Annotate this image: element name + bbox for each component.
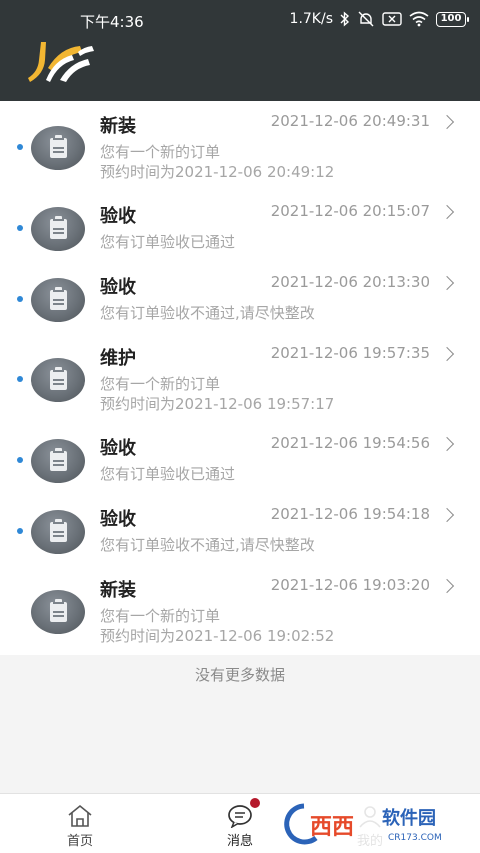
message-title: 新装 — [100, 580, 136, 601]
wifi-icon — [409, 11, 429, 27]
mute-icon — [358, 11, 374, 27]
unread-dot — [17, 528, 23, 534]
message-body-line: 您有订单验收不通过,请尽快整改 — [100, 536, 315, 554]
message-time: 2021-12-06 19:54:18 — [270, 505, 430, 523]
chevron-right-icon — [439, 507, 455, 523]
app-header: 下午4:36 1.7K/s 100 — [0, 0, 480, 101]
unread-dot — [17, 225, 23, 231]
message-avatar — [31, 510, 85, 554]
message-body-line: 预约时间为2021-12-06 19:57:17 — [100, 395, 335, 413]
tab-home[interactable]: 首页 — [40, 794, 120, 853]
message-time: 2021-12-06 20:15:07 — [270, 202, 430, 220]
unread-dot — [17, 376, 23, 382]
message-title: 验收 — [100, 438, 136, 459]
message-time: 2021-12-06 19:54:56 — [270, 434, 430, 452]
message-body-line: 您有一个新的订单 — [100, 375, 221, 393]
message-title: 验收 — [100, 277, 136, 298]
chevron-right-icon — [439, 275, 455, 291]
message-body-line: 您有一个新的订单 — [100, 607, 221, 625]
document-icon — [50, 519, 67, 542]
message-avatar — [31, 590, 85, 634]
unread-dot — [17, 144, 23, 150]
message-item[interactable]: 验收 2021-12-06 19:54:18 您有订单验收不通过,请尽快整改 — [0, 494, 480, 565]
tab-home-label: 首页 — [66, 834, 93, 849]
message-body-line: 您有一个新的订单 — [100, 143, 221, 161]
chevron-right-icon — [439, 114, 455, 130]
document-icon — [50, 287, 67, 310]
document-icon — [50, 367, 67, 390]
message-item[interactable]: 新装 2021-12-06 19:03:20 您有一个新的订单预约时间为2021… — [0, 565, 480, 655]
chevron-right-icon — [439, 204, 455, 220]
watermark-logo: 西西 软件园 CR173.COM — [280, 802, 480, 846]
document-icon — [50, 599, 67, 622]
message-time: 2021-12-06 20:49:31 — [270, 112, 430, 130]
message-item[interactable]: 新装 2021-12-06 20:49:31 您有一个新的订单预约时间为2021… — [0, 101, 480, 191]
message-icon — [228, 805, 252, 828]
status-time: 下午4:36 — [80, 13, 144, 31]
message-item[interactable]: 验收 2021-12-06 19:54:56 您有订单验收已通过 — [0, 423, 480, 494]
tab-messages[interactable]: 消息 — [200, 794, 280, 853]
message-title: 验收 — [100, 206, 136, 227]
message-item[interactable]: 验收 2021-12-06 20:15:07 您有订单验收已通过 — [0, 191, 480, 262]
message-avatar — [31, 358, 85, 402]
message-time: 2021-12-06 19:03:20 — [270, 576, 430, 594]
no-more-data-text: 没有更多数据 — [194, 666, 285, 684]
sim-off-icon — [382, 12, 402, 26]
message-body-line: 预约时间为2021-12-06 20:49:12 — [100, 163, 335, 181]
status-icons: 1.7K/s 100 — [289, 11, 469, 27]
document-icon — [50, 448, 67, 471]
message-body-line: 您有订单验收已通过 — [100, 233, 236, 251]
tab-messages-label: 消息 — [226, 834, 253, 849]
message-body-line: 您有订单验收不通过,请尽快整改 — [100, 304, 315, 322]
status-bar: 下午4:36 1.7K/s 100 — [0, 0, 480, 40]
message-title: 维护 — [100, 348, 136, 369]
message-title: 验收 — [100, 509, 136, 530]
bluetooth-icon — [340, 11, 350, 27]
svg-text:CR173.COM: CR173.COM — [388, 833, 442, 843]
unread-dot — [17, 457, 23, 463]
svg-text:西西: 西西 — [310, 815, 354, 840]
network-speed: 1.7K/s — [289, 11, 333, 27]
message-time: 2021-12-06 20:13:30 — [270, 273, 430, 291]
message-avatar — [31, 439, 85, 483]
svg-text:软件园: 软件园 — [382, 807, 436, 829]
message-body-line: 预约时间为2021-12-06 19:02:52 — [100, 627, 335, 645]
message-list: 新装 2021-12-06 20:49:31 您有一个新的订单预约时间为2021… — [0, 101, 480, 655]
battery-icon: 100 — [436, 11, 469, 27]
message-item[interactable]: 验收 2021-12-06 20:13:30 您有订单验收不通过,请尽快整改 — [0, 262, 480, 333]
app-logo — [28, 42, 94, 82]
message-time: 2021-12-06 19:57:35 — [270, 344, 430, 362]
chevron-right-icon — [439, 346, 455, 362]
message-avatar — [31, 126, 85, 170]
document-icon — [50, 216, 67, 239]
message-avatar — [31, 207, 85, 251]
message-body-line: 您有订单验收已通过 — [100, 465, 236, 483]
home-icon — [68, 804, 92, 827]
unread-badge — [250, 798, 260, 808]
message-avatar — [31, 278, 85, 322]
message-item[interactable]: 维护 2021-12-06 19:57:35 您有一个新的订单预约时间为2021… — [0, 333, 480, 423]
chevron-right-icon — [439, 578, 455, 594]
document-icon — [50, 135, 67, 158]
unread-dot — [17, 296, 23, 302]
chevron-right-icon — [439, 436, 455, 452]
message-title: 新装 — [100, 116, 136, 137]
